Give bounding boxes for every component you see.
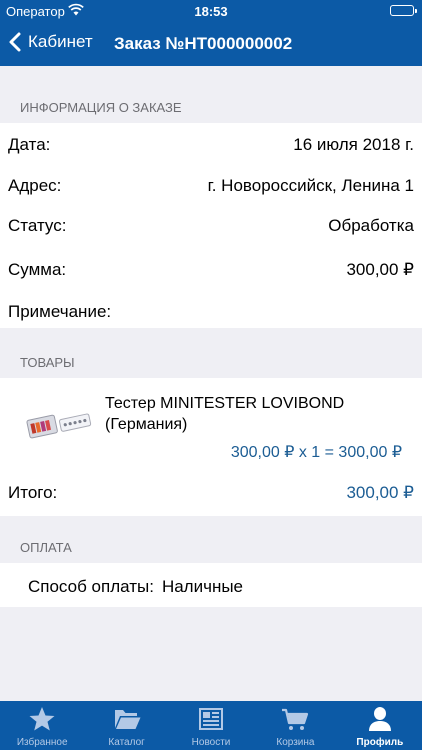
total-value: 300,00 ₽ [346,483,414,502]
info-row-note: Примечание: [8,302,414,322]
product-image[interactable] [24,408,94,440]
tab-news[interactable]: Новости [169,701,253,750]
tab-label-favorites: Избранное [16,737,68,748]
tab-catalog[interactable]: Каталог [84,701,168,750]
tab-favorites[interactable]: Избранное [0,701,84,750]
tab-label-profile: Профиль [356,737,404,748]
date-value: 16 июля 2018 г. [293,135,414,154]
info-row-sum: Сумма: 300,00 ₽ [8,260,414,280]
payment-method-value: Наличные [161,577,244,596]
total-label: Итого: [8,483,58,502]
note-label: Примечание: [8,302,112,321]
battery-icon [390,5,417,16]
star-icon [29,707,55,731]
sum-value: 300,00 ₽ [346,260,414,279]
section-header-payment: ОПЛАТА [20,540,72,555]
clock: 18:53 [194,4,228,19]
address-value: г. Новороссийск, Ленина 1 [207,176,414,195]
newspaper-icon [199,708,224,730]
person-icon [368,707,391,731]
folder-icon [114,710,141,729]
back-label: Кабинет [28,32,93,51]
tab-label-news: Новости [191,737,231,748]
date-label: Дата: [8,135,51,154]
address-label: Адрес: [8,176,62,195]
tab-label-cart: Корзина [276,737,315,748]
status-label: Статус: [8,216,67,235]
section-header-goods: ТОВАРЫ [20,355,75,370]
status-value: Обработка [328,216,414,235]
back-button[interactable]: Кабинет [8,31,93,53]
page-title: Заказ №НТ000000002 [114,34,293,53]
product-name[interactable]: Тестер MINITESTER LOVIBOND (Германия) [105,393,405,435]
payment-method-label: Способ оплаты: [28,577,154,596]
payment-method-row: Способ оплаты: Наличные [28,577,243,597]
tab-profile[interactable]: Профиль [338,701,422,750]
tab-label-catalog: Каталог [108,737,145,748]
tab-bar: Избранное Каталог Новости Корзина Профил… [0,701,422,750]
product-price-line: 300,00 ₽ x 1 = 300,00 ₽ [230,444,402,461]
total-row: Итого: 300,00 ₽ [8,483,414,503]
chevron-left-icon [9,32,21,52]
info-row-status: Статус: Обработка [8,216,414,236]
navigation-bar: Кабинет Заказ №НТ000000002 [0,22,422,66]
sum-label: Сумма: [8,260,67,279]
info-row-date: Дата: 16 июля 2018 г. [8,135,414,155]
cart-icon [282,708,309,730]
section-header-order-info: ИНФОРМАЦИЯ О ЗАКАЗЕ [20,100,182,115]
info-row-address: Адрес: г. Новороссийск, Ленина 1 [8,176,414,196]
tab-cart[interactable]: Корзина [253,701,337,750]
status-bar: Оператор 18:53 [0,0,422,22]
